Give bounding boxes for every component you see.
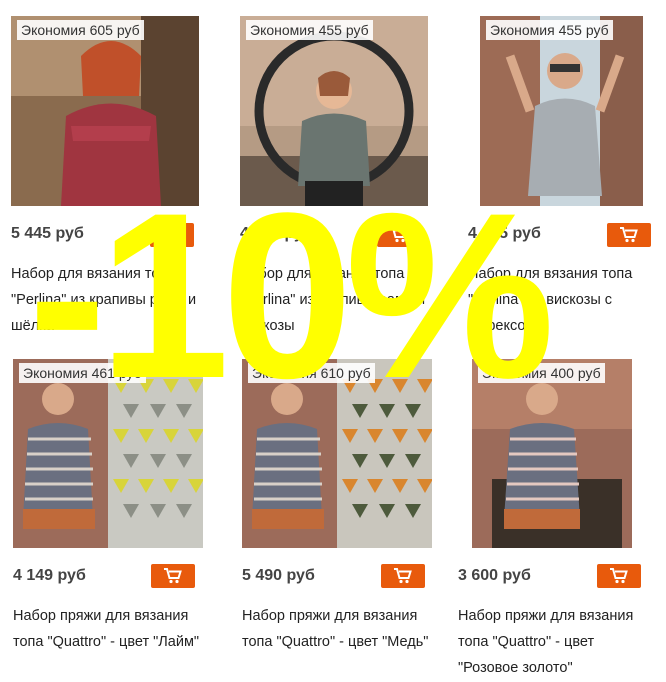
product-price: 4 095 руб bbox=[240, 225, 313, 242]
add-to-cart-button[interactable] bbox=[151, 564, 195, 588]
add-to-cart-button[interactable] bbox=[150, 223, 194, 247]
product-price: 5 490 руб bbox=[242, 567, 315, 584]
product-image[interactable]: Экономия 455 руб bbox=[240, 16, 428, 206]
product-image[interactable]: Экономия 610 руб bbox=[242, 359, 432, 548]
shopping-cart-icon bbox=[620, 227, 638, 243]
shopping-cart-icon bbox=[163, 227, 181, 243]
product-price: 4 095 руб bbox=[468, 225, 541, 242]
product-image[interactable]: Экономия 400 руб bbox=[472, 359, 632, 548]
product-price: 3 600 руб bbox=[458, 567, 531, 584]
shopping-cart-icon bbox=[390, 227, 408, 243]
product-image[interactable]: Экономия 455 руб bbox=[480, 16, 643, 206]
shopping-cart-icon bbox=[610, 568, 628, 584]
add-to-cart-button[interactable] bbox=[597, 564, 641, 588]
product-title[interactable]: Набор для вязания топа "Perlina" из крап… bbox=[240, 261, 430, 339]
product-title[interactable]: Набор пряжи для вязания топа "Quattro" -… bbox=[13, 603, 203, 655]
product-title[interactable]: Набор пряжи для вязания топа "Quattro" -… bbox=[458, 603, 648, 681]
savings-badge: Экономия 605 руб bbox=[17, 20, 144, 40]
shopping-cart-icon bbox=[394, 568, 412, 584]
add-to-cart-button[interactable] bbox=[607, 223, 651, 247]
savings-badge: Экономия 400 руб bbox=[478, 363, 605, 383]
savings-badge: Экономия 461 руб bbox=[19, 363, 146, 383]
product-title[interactable]: Набор для вязания топа "Perlina" из крап… bbox=[11, 261, 201, 339]
add-to-cart-button[interactable] bbox=[381, 564, 425, 588]
savings-badge: Экономия 455 руб bbox=[486, 20, 613, 40]
savings-badge: Экономия 610 руб bbox=[248, 363, 375, 383]
product-image[interactable]: Экономия 461 руб bbox=[13, 359, 203, 548]
product-price: 5 445 руб bbox=[11, 225, 84, 242]
shopping-cart-icon bbox=[164, 568, 182, 584]
add-to-cart-button[interactable] bbox=[377, 223, 421, 247]
product-title[interactable]: Набор для вязания топа "Perlina" из виск… bbox=[468, 261, 658, 339]
product-price: 4 149 руб bbox=[13, 567, 86, 584]
product-image[interactable]: Экономия 605 руб bbox=[11, 16, 199, 206]
savings-badge: Экономия 455 руб bbox=[246, 20, 373, 40]
product-title[interactable]: Набор пряжи для вязания топа "Quattro" -… bbox=[242, 603, 432, 655]
